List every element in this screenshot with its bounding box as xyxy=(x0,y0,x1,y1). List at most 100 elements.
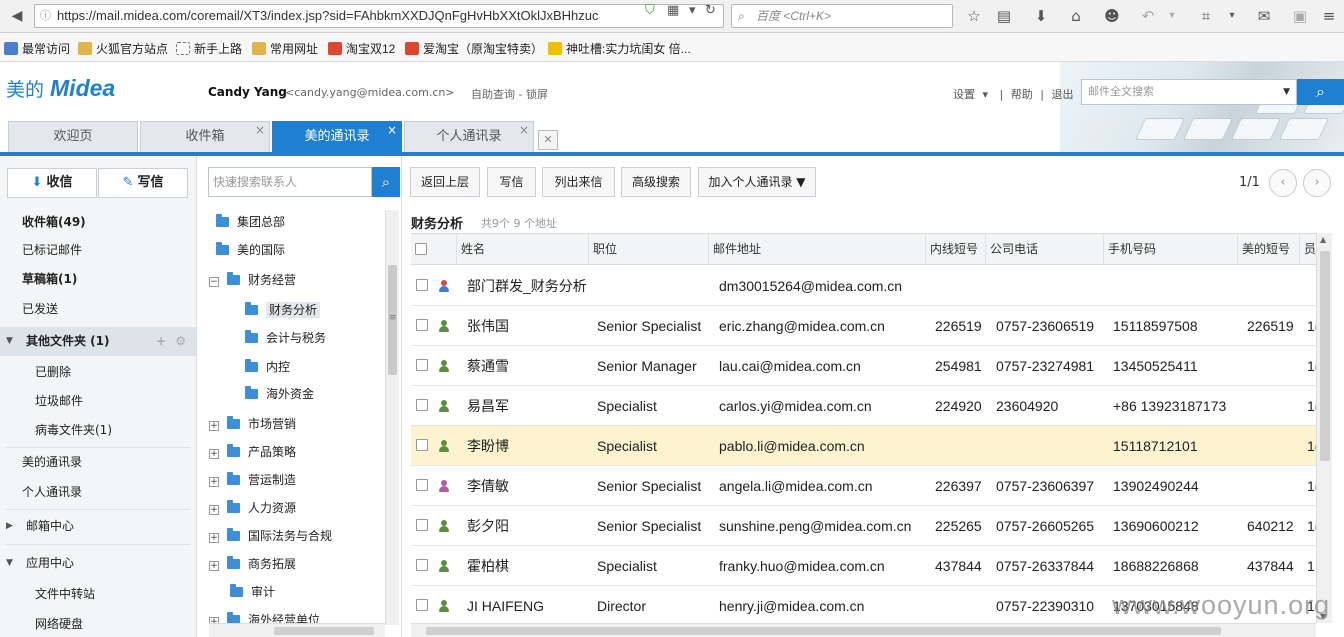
tree-node[interactable]: − 财务经营 xyxy=(209,269,296,291)
column-name[interactable]: 姓名 xyxy=(456,234,588,264)
reload-icon[interactable]: ↻ xyxy=(705,3,716,18)
column-title[interactable]: 职位 xyxy=(588,234,708,264)
column-mobile[interactable]: 手机号码 xyxy=(1103,234,1237,264)
row-checkbox[interactable] xyxy=(416,279,428,291)
home-icon[interactable]: ⌂ xyxy=(1065,5,1087,27)
caret-down-icon[interactable]: ▼ xyxy=(1283,80,1290,104)
collapse-icon[interactable]: − xyxy=(209,277,219,287)
expand-icon[interactable]: + xyxy=(209,533,219,543)
close-icon[interactable]: × xyxy=(387,115,397,145)
cell-name[interactable]: 李盼博 xyxy=(467,426,593,466)
logout-link[interactable]: 退出 xyxy=(1051,88,1073,101)
expand-icon[interactable]: + xyxy=(209,561,219,571)
help-link[interactable]: 帮助 xyxy=(1011,88,1033,101)
tree-node[interactable]: + 商务拓展 xyxy=(209,553,296,575)
cell-email[interactable]: pablo.li@midea.com.cn xyxy=(719,426,931,466)
cell-name[interactable]: JI HAIFENG xyxy=(467,586,593,626)
column-company-phone[interactable]: 公司电话 xyxy=(985,234,1103,264)
column-email[interactable]: 邮件地址 xyxy=(708,234,925,264)
table-row[interactable]: 易昌军 Specialist carlos.yi@midea.com.cn 22492… xyxy=(411,386,1316,426)
column-extension[interactable]: 内线短号 xyxy=(925,234,985,264)
tree-node[interactable]: 集团总部 xyxy=(216,211,285,233)
bookmark-item[interactable]: 爱淘宝（原淘宝特卖） xyxy=(405,40,543,57)
table-scrollbar[interactable]: ▲ ▼ xyxy=(1316,233,1332,623)
tree-node[interactable]: 财务分析 xyxy=(245,299,321,321)
table-row[interactable]: 霍柏棋 Specialist franky.huo@midea.com.cn 4378… xyxy=(411,546,1316,586)
table-row[interactable]: 部门群发_财务分析 dm30015264@midea.com.cn xyxy=(411,266,1316,306)
row-checkbox[interactable] xyxy=(416,519,428,531)
crop-icon[interactable]: ⌗ xyxy=(1195,5,1217,27)
tree-node[interactable]: + 人力资源 xyxy=(209,497,296,519)
expand-icon[interactable]: + xyxy=(209,421,219,431)
tab-personal-contacts[interactable]: 个人通讯录 × xyxy=(404,121,534,152)
browser-search-input[interactable]: ⌕ 百度 <Ctrl+K> xyxy=(731,4,953,28)
back-up-button[interactable]: 返回上层 xyxy=(410,167,480,197)
bookmark-star-icon[interactable]: ☆ xyxy=(963,5,985,27)
cell-email[interactable]: sunshine.peng@midea.com.cn xyxy=(719,506,931,546)
mail-search-input[interactable]: 邮件全文搜索 ▼ xyxy=(1081,79,1297,105)
cell-name[interactable]: 霍柏棋 xyxy=(467,546,593,586)
select-all-checkbox[interactable] xyxy=(415,243,427,255)
tree-node[interactable]: 美的国际 xyxy=(216,239,285,261)
cell-email[interactable]: franky.huo@midea.com.cn xyxy=(719,546,931,586)
cell-email[interactable]: eric.zhang@midea.com.cn xyxy=(719,306,931,346)
scrollbar-thumb[interactable] xyxy=(426,627,1221,635)
settings-link[interactable]: 设置 ▾ xyxy=(953,88,992,101)
next-page-icon[interactable]: › xyxy=(1303,169,1331,197)
undo-icon[interactable]: ↶ xyxy=(1137,5,1159,27)
cell-name[interactable]: 彭夕阳 xyxy=(467,506,593,546)
tree-node[interactable]: + 国际法务与合规 xyxy=(209,525,332,547)
tree-node[interactable]: 内控 xyxy=(245,356,290,378)
mail-search-button[interactable]: ⌕ xyxy=(1297,79,1344,105)
undo-dropdown-icon[interactable]: ▾ xyxy=(1161,5,1183,27)
scroll-up-icon[interactable]: ▲ xyxy=(1320,235,1326,244)
expand-icon[interactable]: + xyxy=(209,505,219,515)
self-service-link[interactable]: 自助查询 xyxy=(471,88,515,101)
cell-name[interactable]: 张伟国 xyxy=(467,306,593,346)
prev-page-icon[interactable]: ‹ xyxy=(1269,169,1297,197)
lock-screen-link[interactable]: 锁屏 xyxy=(526,88,548,101)
tree-node[interactable]: 审计 xyxy=(230,581,275,603)
shield-icon[interactable]: ⛉ xyxy=(645,3,655,18)
row-checkbox[interactable] xyxy=(416,399,428,411)
cell-email[interactable]: henry.ji@midea.com.cn xyxy=(719,586,931,626)
dropdown-icon[interactable]: ▾ xyxy=(689,3,696,18)
column-employee[interactable]: 员 xyxy=(1299,234,1316,264)
tree-node[interactable]: 海外资金 xyxy=(245,383,314,405)
table-row[interactable]: 李盼博 Specialist pablo.li@midea.com.cn 151187… xyxy=(411,426,1316,466)
menu-icon[interactable]: ≡ xyxy=(1318,5,1340,27)
scrollbar-thumb[interactable] xyxy=(274,627,374,635)
cell-email[interactable]: carlos.yi@midea.com.cn xyxy=(719,386,931,426)
cell-email[interactable]: angela.li@midea.com.cn xyxy=(719,466,931,506)
tree-node[interactable]: + 海外经营单位 xyxy=(209,609,320,623)
row-checkbox[interactable] xyxy=(416,319,428,331)
message-icon[interactable]: ✉ xyxy=(1253,5,1275,27)
tree-node[interactable]: 会计与税务 xyxy=(245,327,326,349)
row-checkbox[interactable] xyxy=(416,359,428,371)
column-short-number[interactable]: 美的短号 xyxy=(1237,234,1299,264)
download-icon[interactable]: ⬇ xyxy=(1030,5,1052,27)
cell-name[interactable]: 易昌军 xyxy=(467,386,593,426)
advanced-search-button[interactable]: 高级搜索 xyxy=(621,167,691,197)
row-checkbox[interactable] xyxy=(416,439,428,451)
table-row[interactable]: 彭夕阳 Senior Specialist sunshine.peng@midea.… xyxy=(411,506,1316,546)
row-checkbox[interactable] xyxy=(416,599,428,611)
bookmark-item[interactable]: 神吐槽:实力坑闺女 倍... xyxy=(548,40,691,57)
cell-name[interactable]: 李倩敏 xyxy=(467,466,593,506)
row-checkbox[interactable] xyxy=(416,559,428,571)
crop-dropdown-icon[interactable]: ▾ xyxy=(1221,5,1243,27)
table-row[interactable]: 李倩敏 Senior Specialist angela.li@midea.com.… xyxy=(411,466,1316,506)
list-mail-button[interactable]: 列出来信 xyxy=(542,167,615,197)
tree-node[interactable]: + 市场营销 xyxy=(209,413,296,435)
qr-icon[interactable]: ▦ xyxy=(667,3,679,18)
row-checkbox[interactable] xyxy=(416,479,428,491)
library-icon[interactable]: ▤ xyxy=(993,5,1015,27)
tree-scrollbar[interactable]: ≡ xyxy=(385,210,399,625)
cell-email[interactable]: lau.cai@midea.com.cn xyxy=(719,346,931,386)
close-icon[interactable]: × xyxy=(519,115,529,145)
chat-icon[interactable]: ☻ xyxy=(1101,5,1123,27)
table-row[interactable]: 张伟国 Senior Specialist eric.zhang@midea.com… xyxy=(411,306,1316,346)
cell-email[interactable]: dm30015264@midea.com.cn xyxy=(719,266,931,306)
tree-node[interactable]: + 营运制造 xyxy=(209,469,296,491)
tree-node[interactable]: + 产品策略 xyxy=(209,441,296,463)
